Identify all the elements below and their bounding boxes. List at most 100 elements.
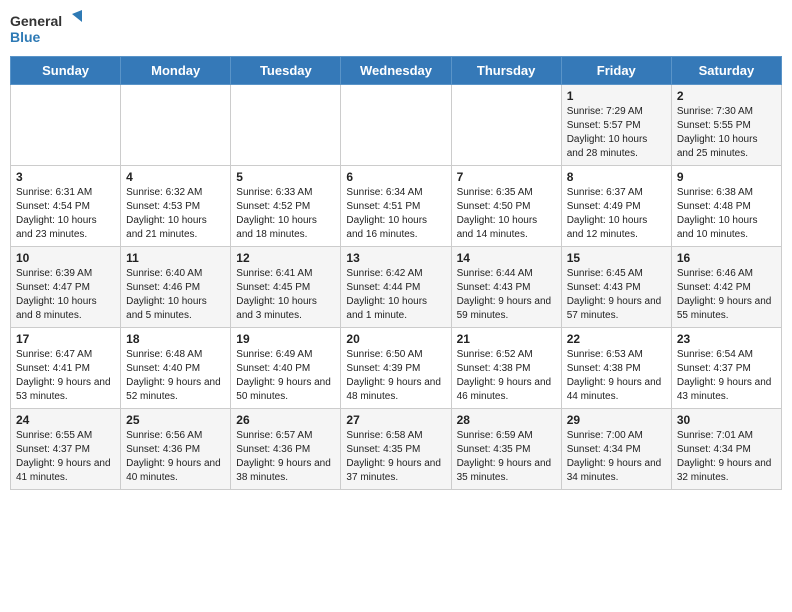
day-detail: Sunrise: 7:29 AMSunset: 5:57 PMDaylight:… [567,105,666,161]
day-number: 11 [126,251,225,265]
day-number: 8 [567,170,666,184]
day-cell [231,85,341,166]
header-day-friday: Friday [561,57,671,85]
day-detail: Sunrise: 6:45 AMSunset: 4:43 PMDaylight:… [567,267,666,323]
day-cell: 18 Sunrise: 6:48 AMSunset: 4:40 PMDayligh… [121,328,231,409]
day-number: 30 [677,413,776,427]
week-row-5: 24Sunrise: 6:55 AMSunset: 4:37 PMDayligh… [11,409,782,490]
day-detail: Sunrise: 6:46 AMSunset: 4:42 PMDaylight:… [677,267,776,323]
header-day-wednesday: Wednesday [341,57,451,85]
day-cell: 13 Sunrise: 6:42 AMSunset: 4:44 PMDayligh… [341,247,451,328]
header-day-tuesday: Tuesday [231,57,341,85]
day-number: 22 [567,332,666,346]
day-cell: 27 Sunrise: 6:58 AMSunset: 4:35 PMDayligh… [341,409,451,490]
day-detail: Sunrise: 6:37 AMSunset: 4:49 PMDaylight:… [567,186,666,242]
header-day-sunday: Sunday [11,57,121,85]
header-day-thursday: Thursday [451,57,561,85]
day-cell: 24Sunrise: 6:55 AMSunset: 4:37 PMDayligh… [11,409,121,490]
day-number: 19 [236,332,335,346]
day-detail: Sunrise: 6:59 AMSunset: 4:35 PMDaylight:… [457,429,556,485]
day-cell: 17 Sunrise: 6:47 AMSunset: 4:41 PMDayligh… [11,328,121,409]
day-cell [11,85,121,166]
day-number: 2 [677,89,776,103]
day-number: 27 [346,413,445,427]
day-cell: 8 Sunrise: 6:37 AMSunset: 4:49 PMDaylight… [561,166,671,247]
day-number: 29 [567,413,666,427]
svg-text:Blue: Blue [10,29,41,45]
day-number: 23 [677,332,776,346]
day-cell: 2 Sunrise: 7:30 AMSunset: 5:55 PMDaylight… [671,85,781,166]
day-cell: 5Sunrise: 6:33 AMSunset: 4:52 PMDaylight… [231,166,341,247]
day-cell: 3 Sunrise: 6:31 AMSunset: 4:54 PMDaylight… [11,166,121,247]
week-row-4: 17 Sunrise: 6:47 AMSunset: 4:41 PMDayligh… [11,328,782,409]
day-number: 3 [16,170,115,184]
day-number: 14 [457,251,556,265]
day-number: 13 [346,251,445,265]
day-cell: 26 Sunrise: 6:57 AMSunset: 4:36 PMDayligh… [231,409,341,490]
day-detail: Sunrise: 6:39 AMSunset: 4:47 PMDaylight:… [16,267,115,323]
logo: GeneralBlue [10,10,90,48]
day-detail: Sunrise: 7:30 AMSunset: 5:55 PMDaylight:… [677,105,776,161]
day-cell: 25 Sunrise: 6:56 AMSunset: 4:36 PMDayligh… [121,409,231,490]
day-number: 10 [16,251,115,265]
day-cell [451,85,561,166]
day-number: 4 [126,170,225,184]
day-detail: Sunrise: 6:31 AMSunset: 4:54 PMDaylight:… [16,186,115,242]
day-cell: 14 Sunrise: 6:44 AMSunset: 4:43 PMDayligh… [451,247,561,328]
day-number: 25 [126,413,225,427]
day-cell: 21 Sunrise: 6:52 AMSunset: 4:38 PMDayligh… [451,328,561,409]
day-detail: Sunrise: 7:00 AMSunset: 4:34 PMDaylight:… [567,429,666,485]
day-number: 16 [677,251,776,265]
day-number: 6 [346,170,445,184]
page-header: GeneralBlue [10,10,782,48]
day-cell: 12 Sunrise: 6:41 AMSunset: 4:45 PMDayligh… [231,247,341,328]
day-detail: Sunrise: 6:48 AMSunset: 4:40 PMDaylight:… [126,348,225,404]
day-detail: Sunrise: 7:01 AMSunset: 4:34 PMDaylight:… [677,429,776,485]
day-detail: Sunrise: 6:38 AMSunset: 4:48 PMDaylight:… [677,186,776,242]
day-detail: Sunrise: 6:32 AMSunset: 4:53 PMDaylight:… [126,186,225,242]
day-cell: 22 Sunrise: 6:53 AMSunset: 4:38 PMDayligh… [561,328,671,409]
day-cell [341,85,451,166]
day-detail: Sunrise: 6:54 AMSunset: 4:37 PMDaylight:… [677,348,776,404]
day-detail: Sunrise: 6:33 AMSunset: 4:52 PMDaylight:… [236,186,335,242]
day-number: 20 [346,332,445,346]
day-detail: Sunrise: 6:50 AMSunset: 4:39 PMDaylight:… [346,348,445,404]
logo-svg: GeneralBlue [10,10,90,48]
day-detail: Sunrise: 6:44 AMSunset: 4:43 PMDaylight:… [457,267,556,323]
day-number: 24 [16,413,115,427]
day-number: 15 [567,251,666,265]
day-number: 18 [126,332,225,346]
day-cell: 10 Sunrise: 6:39 AMSunset: 4:47 PMDayligh… [11,247,121,328]
calendar-table: SundayMondayTuesdayWednesdayThursdayFrid… [10,56,782,490]
day-cell: 4 Sunrise: 6:32 AMSunset: 4:53 PMDaylight… [121,166,231,247]
day-cell: 16 Sunrise: 6:46 AMSunset: 4:42 PMDayligh… [671,247,781,328]
day-cell: 23 Sunrise: 6:54 AMSunset: 4:37 PMDayligh… [671,328,781,409]
day-detail: Sunrise: 6:42 AMSunset: 4:44 PMDaylight:… [346,267,445,323]
header-day-saturday: Saturday [671,57,781,85]
day-detail: Sunrise: 6:41 AMSunset: 4:45 PMDaylight:… [236,267,335,323]
day-detail: Sunrise: 6:52 AMSunset: 4:38 PMDaylight:… [457,348,556,404]
day-number: 12 [236,251,335,265]
day-cell: 28 Sunrise: 6:59 AMSunset: 4:35 PMDayligh… [451,409,561,490]
day-detail: Sunrise: 6:35 AMSunset: 4:50 PMDaylight:… [457,186,556,242]
day-number: 28 [457,413,556,427]
svg-text:General: General [10,13,62,29]
day-detail: Sunrise: 6:57 AMSunset: 4:36 PMDaylight:… [236,429,335,485]
day-cell: 9 Sunrise: 6:38 AMSunset: 4:48 PMDaylight… [671,166,781,247]
day-number: 1 [567,89,666,103]
day-cell: 20 Sunrise: 6:50 AMSunset: 4:39 PMDayligh… [341,328,451,409]
day-number: 26 [236,413,335,427]
day-detail: Sunrise: 6:58 AMSunset: 4:35 PMDaylight:… [346,429,445,485]
header-row: SundayMondayTuesdayWednesdayThursdayFrid… [11,57,782,85]
day-number: 7 [457,170,556,184]
day-detail: Sunrise: 6:56 AMSunset: 4:36 PMDaylight:… [126,429,225,485]
day-cell: 19Sunrise: 6:49 AMSunset: 4:40 PMDayligh… [231,328,341,409]
day-number: 17 [16,332,115,346]
day-number: 21 [457,332,556,346]
week-row-3: 10 Sunrise: 6:39 AMSunset: 4:47 PMDayligh… [11,247,782,328]
day-detail: Sunrise: 6:47 AMSunset: 4:41 PMDaylight:… [16,348,115,404]
header-day-monday: Monday [121,57,231,85]
day-cell: 30 Sunrise: 7:01 AMSunset: 4:34 PMDayligh… [671,409,781,490]
day-number: 9 [677,170,776,184]
day-detail: Sunrise: 6:53 AMSunset: 4:38 PMDaylight:… [567,348,666,404]
